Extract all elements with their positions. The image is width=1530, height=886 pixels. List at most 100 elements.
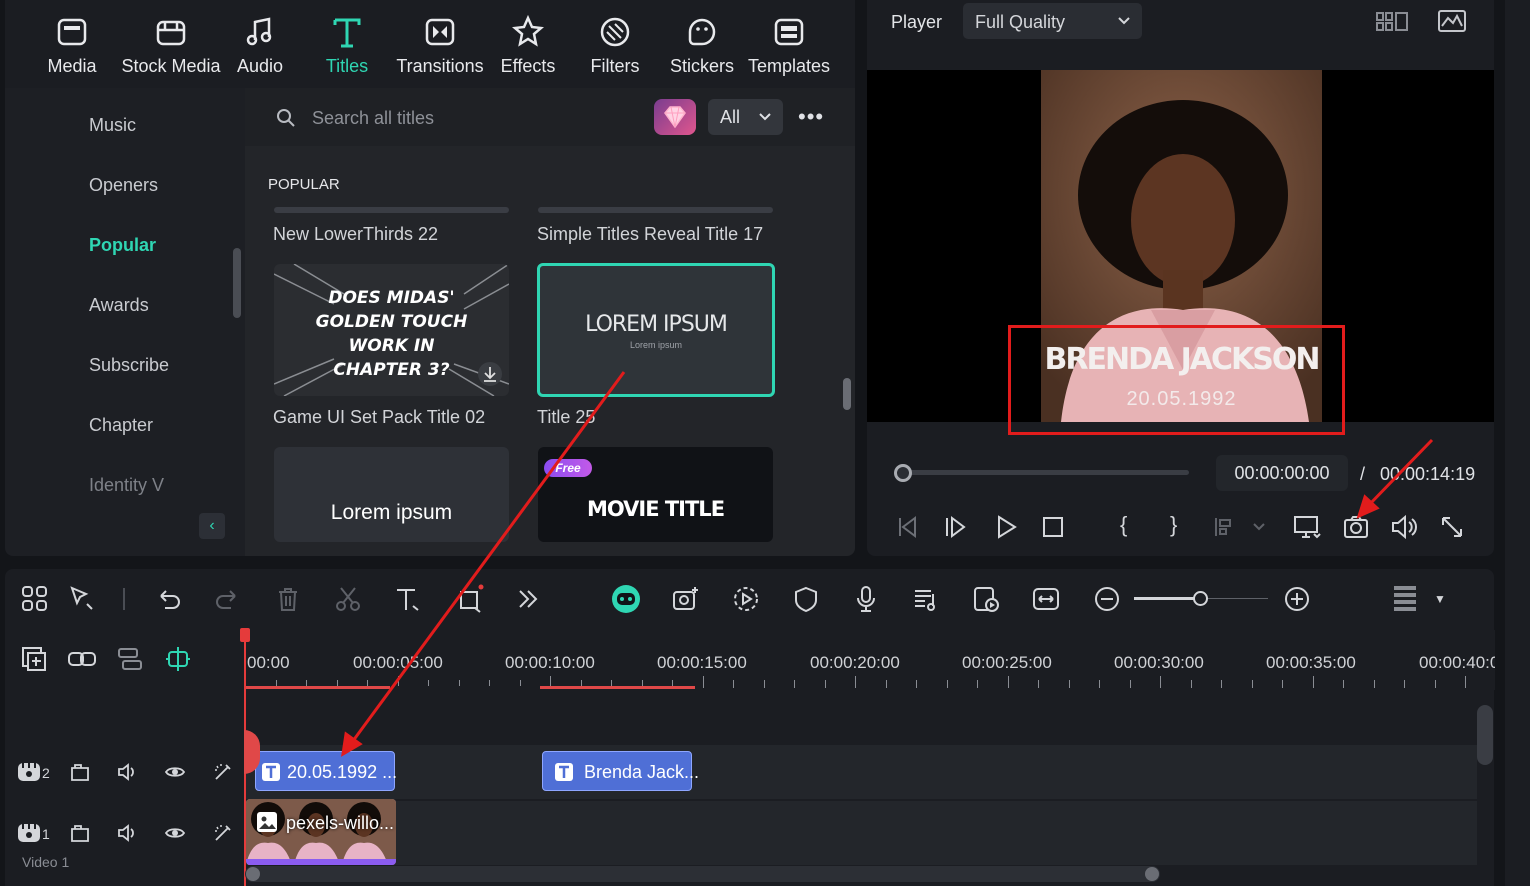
tab-transitions[interactable]: Transitions [390, 14, 490, 84]
link-clips-icon[interactable] [67, 645, 97, 673]
mark-out-icon[interactable]: } [1170, 512, 1177, 538]
previous-frame-icon[interactable] [893, 512, 923, 542]
scroll-end-handle[interactable] [1145, 867, 1159, 881]
fit-to-timeline-icon[interactable] [1031, 584, 1061, 614]
category-openers[interactable]: Openers [89, 175, 158, 196]
right-edge-panel [1505, 0, 1530, 886]
tab-effects[interactable]: Effects [483, 14, 573, 84]
caret-down-icon[interactable]: ▼ [1434, 592, 1446, 606]
magnetic-snap-icon[interactable] [164, 645, 192, 673]
playhead-handle[interactable] [240, 628, 250, 642]
volume-icon[interactable] [1389, 512, 1419, 542]
layout-icon[interactable] [20, 584, 50, 614]
scroll-start-handle[interactable] [246, 867, 260, 881]
ruler-label: 00:00:20:00 [810, 653, 900, 672]
title-clip-name[interactable]: Brenda Jack... [542, 751, 699, 791]
ruler-tick [977, 680, 978, 688]
auto-edit-icon[interactable] [212, 761, 234, 783]
category-subscribe[interactable]: Subscribe [89, 355, 169, 376]
visibility-eye-icon[interactable] [164, 822, 186, 844]
shield-icon[interactable] [791, 584, 821, 614]
mute-track-icon[interactable] [116, 761, 138, 783]
grid-view-icon[interactable] [1375, 10, 1409, 34]
more-options-button[interactable]: ••• [798, 104, 824, 130]
insert-marker-icon[interactable] [1210, 512, 1240, 542]
chevron-down-icon[interactable] [1252, 522, 1266, 532]
split-scissors-icon[interactable] [333, 584, 363, 614]
play-icon[interactable] [991, 512, 1021, 542]
mute-track-icon[interactable] [116, 822, 138, 844]
zoom-slider-track[interactable] [1200, 598, 1268, 599]
current-timecode[interactable]: 00:00:00:00 [1216, 455, 1348, 491]
filter-dropdown[interactable]: All [708, 99, 783, 135]
timeline-horizontal-scrollbar[interactable] [245, 866, 1160, 882]
templates-icon [774, 18, 804, 46]
category-scrollbar[interactable] [233, 248, 241, 318]
ai-copilot-icon[interactable] [611, 584, 641, 614]
title-thumb-new-lowerthirds[interactable] [274, 207, 509, 213]
download-icon[interactable] [477, 361, 503, 387]
display-settings-icon[interactable] [1292, 512, 1322, 542]
folder-icon[interactable] [69, 761, 91, 783]
seek-handle[interactable] [894, 464, 912, 482]
tab-audio[interactable]: Audio [215, 14, 305, 84]
track-layout-icon[interactable] [1390, 584, 1420, 614]
crop-icon[interactable] [455, 584, 485, 614]
quality-value: Full Quality [975, 12, 1066, 32]
category-chapter[interactable]: Chapter [89, 415, 153, 436]
audio-mixer-icon[interactable] [911, 584, 941, 614]
mark-in-icon[interactable]: { [1120, 512, 1127, 538]
title-thumb-title-25[interactable]: LOREM IPSUM Lorem ipsum [537, 263, 775, 397]
ai-image-icon[interactable] [671, 584, 701, 614]
tab-templates[interactable]: Templates [739, 14, 839, 84]
search-input[interactable]: Search all titles [312, 108, 434, 129]
tab-stickers[interactable]: Stickers [657, 14, 747, 84]
render-preview-icon[interactable] [971, 584, 1001, 614]
title-clip-date[interactable]: 20.05.1992 ... [255, 751, 397, 791]
playback-seek-bar[interactable] [903, 470, 1189, 475]
category-popular[interactable]: Popular [89, 235, 156, 256]
auto-edit-icon[interactable] [212, 822, 234, 844]
folder-icon[interactable] [69, 822, 91, 844]
search-icon [277, 109, 295, 127]
title-thumb-lorem[interactable]: Lorem ipsum [274, 447, 509, 542]
stop-icon[interactable] [1038, 512, 1068, 542]
delete-icon[interactable] [273, 584, 303, 614]
snapshot-camera-icon[interactable] [1341, 512, 1371, 542]
titles-scrollbar[interactable] [843, 378, 851, 410]
add-track-icon[interactable] [20, 645, 48, 673]
title-thumb-game-ui[interactable]: DOES MIDAS' GOLDEN TOUCH WORK IN CHAPTER… [274, 264, 509, 396]
timeline-vertical-scrollbar[interactable] [1477, 705, 1493, 765]
speed-ramp-icon[interactable] [731, 584, 761, 614]
track-manager-icon[interactable] [116, 645, 144, 673]
visibility-eye-icon[interactable] [164, 761, 186, 783]
category-awards[interactable]: Awards [89, 295, 149, 316]
microphone-icon[interactable] [851, 584, 881, 614]
category-identity-v[interactable]: Identity V [89, 475, 164, 496]
select-tool-icon[interactable] [67, 584, 97, 614]
ruler-tick [1130, 680, 1131, 688]
video-clip[interactable]: pexels-willo... [246, 799, 396, 865]
fullscreen-icon[interactable] [1437, 512, 1467, 542]
next-frame-icon[interactable] [942, 512, 972, 542]
zoom-slider-handle[interactable] [1193, 591, 1208, 606]
waveform-monitor-icon[interactable] [1437, 8, 1467, 34]
collapse-sidebar-button[interactable]: ‹ [199, 513, 225, 539]
quality-dropdown[interactable]: Full Quality [963, 3, 1142, 39]
undo-icon[interactable] [153, 584, 183, 614]
toolbar-divider [123, 588, 125, 610]
text-tool-icon[interactable] [393, 584, 423, 614]
tab-titles[interactable]: Titles [302, 14, 392, 84]
redo-icon[interactable] [213, 584, 243, 614]
more-tools-icon[interactable] [513, 584, 543, 614]
title-thumb-simple-titles[interactable] [538, 207, 773, 213]
category-music[interactable]: Music [89, 115, 136, 136]
filter-value: All [720, 107, 741, 127]
tab-stock-media[interactable]: Stock Media [121, 14, 221, 84]
tab-filters[interactable]: Filters [570, 14, 660, 84]
title-thumb-movie-title[interactable]: Free MOVIE TITLE [538, 447, 773, 542]
premium-filter-button[interactable] [654, 99, 696, 135]
tab-media[interactable]: Media [27, 14, 117, 84]
zoom-in-icon[interactable] [1282, 584, 1312, 614]
zoom-out-icon[interactable] [1092, 584, 1122, 614]
